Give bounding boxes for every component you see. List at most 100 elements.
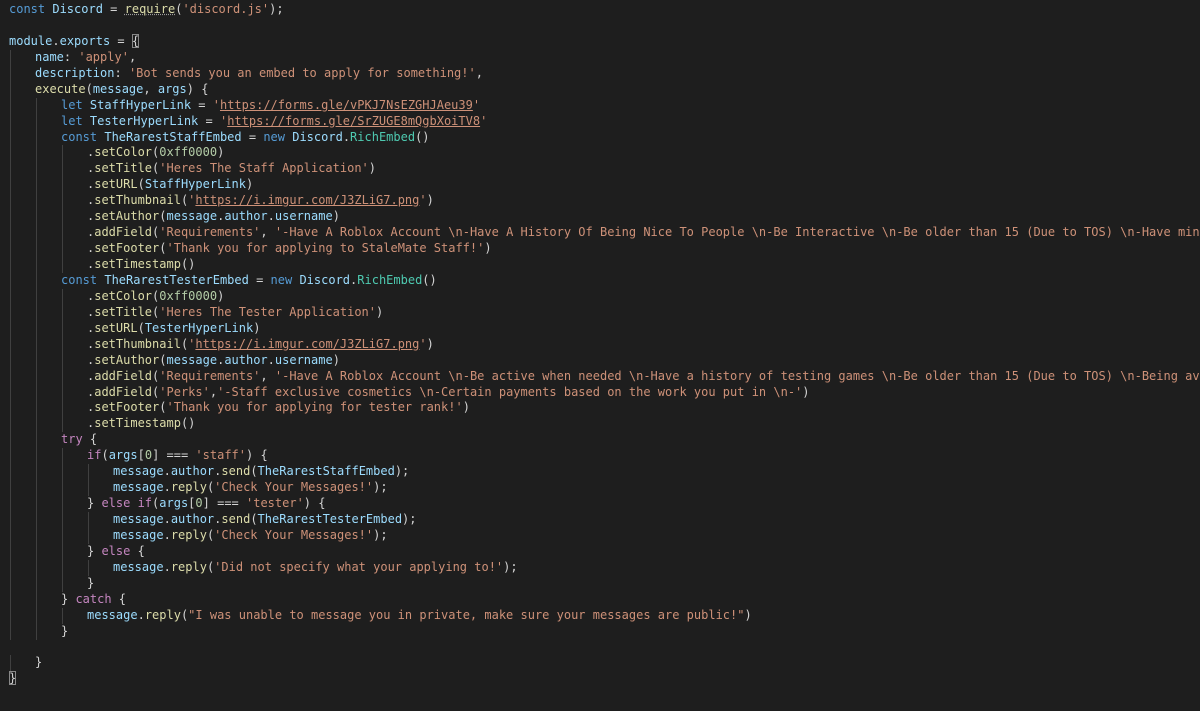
indent-guide bbox=[36, 607, 37, 624]
code-line[interactable]: message.author.send(TheRarestTesterEmbed… bbox=[9, 512, 1200, 528]
code-line[interactable]: const TheRarestTesterEmbed = new Discord… bbox=[9, 272, 1200, 289]
code-line[interactable]: .setURL(StaffHyperLink) bbox=[9, 177, 1200, 194]
code-line[interactable]: } bbox=[9, 575, 1200, 592]
code-token: "I was unable to message you in private,… bbox=[188, 607, 745, 622]
code-line[interactable]: const TheRarestStaffEmbed = new Discord.… bbox=[9, 129, 1200, 146]
code-line[interactable]: description: 'Bot sends you an embed to … bbox=[9, 65, 1200, 82]
code-token: ' bbox=[472, 97, 481, 112]
code-line[interactable]: } bbox=[9, 671, 1200, 687]
indent-guide bbox=[36, 336, 37, 353]
code-line[interactable]: .addField('Perks','-Staff exclusive cosm… bbox=[9, 384, 1200, 401]
code-token: author bbox=[224, 209, 268, 224]
code-token: 'Heres The Staff Application' bbox=[159, 161, 369, 176]
code-token[interactable]: https://i.imgur.com/J3ZLiG7.png bbox=[195, 193, 419, 207]
code-token: ) { bbox=[246, 448, 268, 463]
code-line[interactable]: .setTitle('Heres The Tester Application'… bbox=[9, 304, 1200, 321]
code-line[interactable]: if(args[0] === 'staff') { bbox=[9, 448, 1200, 465]
code-line[interactable]: } else if(args[0] === 'tester') { bbox=[9, 496, 1200, 512]
code-line[interactable]: } catch { bbox=[9, 591, 1200, 608]
code-line[interactable]: name: 'apply', bbox=[9, 49, 1200, 66]
indent-guide bbox=[36, 97, 37, 114]
code-token: ) bbox=[426, 336, 434, 351]
indent-guide bbox=[10, 368, 11, 385]
code-token: setURL bbox=[94, 177, 138, 192]
code-line[interactable]: .setTitle('Heres The Staff Application') bbox=[9, 161, 1200, 178]
indent-guide bbox=[10, 65, 11, 82]
code-line[interactable]: .addField('Requirements', '-Have A Roblo… bbox=[9, 368, 1200, 385]
indent-guide bbox=[62, 607, 63, 624]
code-line[interactable]: .setColor(0xff0000) bbox=[9, 145, 1200, 162]
code-line[interactable]: .setThumbnail('https://i.imgur.com/J3ZLi… bbox=[9, 193, 1200, 210]
indent-guide bbox=[36, 209, 37, 226]
code-token: new bbox=[270, 272, 300, 287]
code-line[interactable]: message.reply('Check Your Messages!'); bbox=[9, 527, 1200, 544]
code-token: ) bbox=[426, 193, 434, 208]
code-line-content: const TheRarestStaffEmbed = new Discord.… bbox=[9, 130, 430, 144]
code-token: require bbox=[124, 2, 176, 16]
code-token: 'Check Your Messages!' bbox=[214, 480, 374, 495]
indent-guide bbox=[62, 464, 63, 481]
code-token[interactable]: https://forms.gle/vPKJ7NsEZGHJAeu39 bbox=[220, 98, 473, 112]
indent-guide bbox=[10, 336, 11, 353]
code-line[interactable]: .setFooter('Thank you for applying for t… bbox=[9, 400, 1200, 417]
code-token: RichEmbed bbox=[357, 272, 423, 287]
code-line[interactable]: try { bbox=[9, 432, 1200, 449]
code-token: 0xff0000 bbox=[159, 288, 218, 303]
code-line-content: } bbox=[9, 655, 42, 669]
code-token[interactable]: https://i.imgur.com/J3ZLiG7.png bbox=[195, 337, 419, 351]
code-line[interactable]: message.author.send(TheRarestStaffEmbed)… bbox=[9, 464, 1200, 481]
code-line[interactable]: } bbox=[9, 623, 1200, 640]
indent-guide bbox=[88, 480, 89, 497]
code-line[interactable]: execute(message, args) { bbox=[9, 81, 1200, 98]
code-token: setThumbnail bbox=[94, 193, 181, 208]
code-token: name bbox=[35, 49, 64, 64]
code-token: . bbox=[52, 33, 60, 48]
code-line[interactable] bbox=[9, 18, 1200, 34]
code-editor[interactable]: const Discord = require('discord.js'); mo… bbox=[0, 0, 1200, 711]
code-line-content: .setColor(0xff0000) bbox=[9, 145, 224, 159]
code-line-content: .setFooter('Thank you for applying to St… bbox=[9, 241, 492, 255]
code-line[interactable] bbox=[9, 640, 1200, 656]
code-token: let bbox=[61, 113, 90, 128]
code-token[interactable]: https://forms.gle/SrZUGE8mQgbXoiTV8 bbox=[227, 114, 480, 128]
code-line[interactable]: .setAuthor(message.author.username) bbox=[9, 209, 1200, 226]
indent-guide bbox=[36, 161, 37, 178]
code-token: ); bbox=[373, 527, 388, 542]
code-line[interactable]: .setURL(TesterHyperLink) bbox=[9, 320, 1200, 337]
code-line[interactable]: module.exports = { bbox=[9, 33, 1200, 50]
code-line[interactable]: } bbox=[9, 655, 1200, 672]
code-line[interactable]: const Discord = require('discord.js'); bbox=[9, 2, 1200, 18]
code-line[interactable]: .setTimestamp() bbox=[9, 416, 1200, 433]
indent-guide bbox=[10, 480, 11, 497]
code-line[interactable]: .setTimestamp() bbox=[9, 257, 1200, 273]
code-token: ) bbox=[368, 161, 377, 176]
code-area[interactable]: const Discord = require('discord.js'); mo… bbox=[9, 2, 1200, 687]
code-token: addField bbox=[94, 384, 153, 399]
code-token: ' bbox=[212, 97, 220, 112]
code-line[interactable]: .setColor(0xff0000) bbox=[9, 288, 1200, 305]
code-token: } bbox=[9, 671, 17, 686]
code-line[interactable]: .addField('Requirements', '-Have A Roblo… bbox=[9, 225, 1200, 242]
indent-guide bbox=[62, 241, 63, 257]
code-line[interactable]: message.reply('Check Your Messages!'); bbox=[9, 480, 1200, 497]
code-line[interactable]: .setAuthor(message.author.username) bbox=[9, 352, 1200, 369]
code-token: } bbox=[87, 496, 102, 511]
code-token: , bbox=[209, 384, 218, 399]
code-token: ) bbox=[332, 209, 340, 224]
indent-guide bbox=[62, 448, 63, 465]
code-line[interactable]: message.reply('Did not specify what your… bbox=[9, 559, 1200, 576]
code-token: description bbox=[35, 65, 115, 80]
code-line[interactable]: let StaffHyperLink = 'https://forms.gle/… bbox=[9, 97, 1200, 114]
code-line[interactable]: let TesterHyperLink = 'https://forms.gle… bbox=[9, 113, 1200, 130]
code-line[interactable]: .setFooter('Thank you for applying to St… bbox=[9, 241, 1200, 257]
indent-guide bbox=[36, 225, 37, 242]
code-line[interactable]: .setThumbnail('https://i.imgur.com/J3ZLi… bbox=[9, 336, 1200, 353]
code-line[interactable]: message.reply("I was unable to message y… bbox=[9, 607, 1200, 624]
code-token: TheRarestStaffEmbed bbox=[104, 129, 242, 144]
code-token: , bbox=[260, 225, 275, 240]
code-token: ) bbox=[802, 384, 810, 399]
code-token: setFooter bbox=[94, 241, 160, 256]
code-line[interactable]: } else { bbox=[9, 543, 1200, 560]
code-token: ) bbox=[462, 400, 470, 415]
indent-guide bbox=[36, 304, 37, 321]
